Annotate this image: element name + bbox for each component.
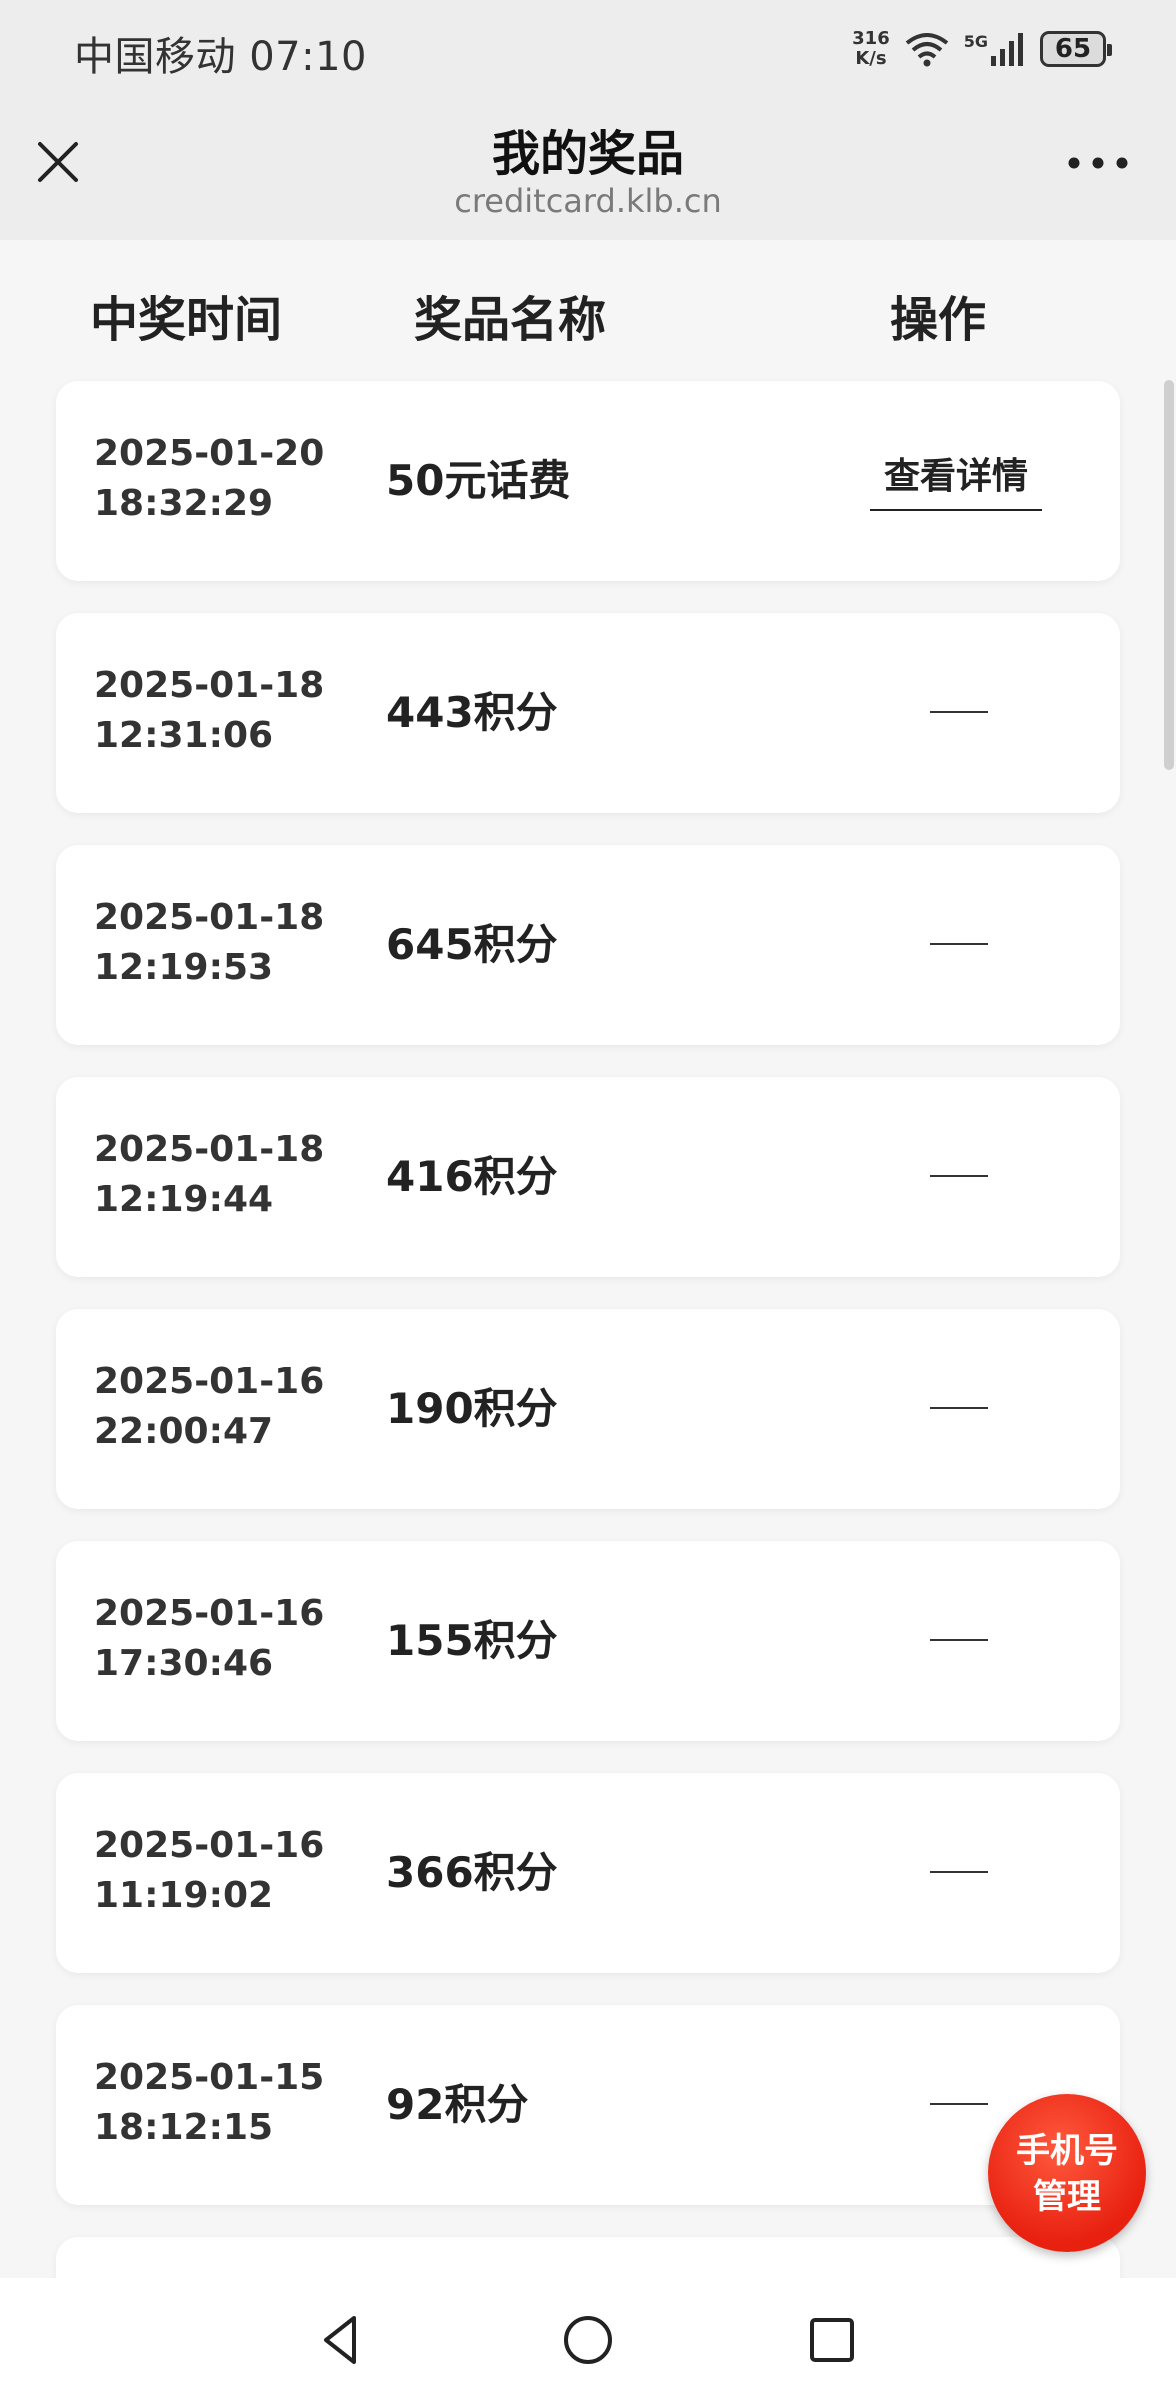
prize-card: 2025-01-16 22:00:47 190积分	[56, 1309, 1120, 1509]
column-header-action: 操作	[890, 292, 987, 348]
prize-time: 2025-01-16 11:19:02	[94, 1821, 324, 1921]
prize-date: 2025-01-16	[94, 1825, 325, 1866]
carrier-time: 中国移动 07:10	[74, 34, 367, 80]
prize-card: 2025-01-18 12:31:06 443积分	[56, 613, 1120, 813]
prize-list: 2025-01-20 18:32:29 50元话费 查看详情 2025-01-1…	[56, 381, 1120, 2329]
prize-name: 416积分	[386, 1152, 558, 1201]
status-icons: 316 K/s 5G 65	[852, 26, 1112, 72]
column-header-time: 中奖时间	[90, 292, 283, 348]
network-speed: 316 K/s	[852, 29, 890, 69]
prize-clock: 17:30:46	[94, 1643, 274, 1684]
prize-time: 2025-01-18 12:19:53	[94, 893, 324, 993]
prize-clock: 22:00:47	[94, 1411, 274, 1452]
speed-unit: K/s	[855, 48, 887, 69]
page-title: 我的奖品	[491, 126, 684, 182]
signal-icon	[991, 33, 1023, 66]
prize-clock: 18:32:29	[94, 483, 274, 524]
prize-time: 2025-01-18 12:19:44	[94, 1125, 324, 1225]
no-action-dash	[930, 943, 988, 945]
prize-clock: 18:12:15	[94, 2107, 274, 2148]
prize-name: 366积分	[386, 1848, 558, 1897]
home-icon[interactable]	[556, 2308, 620, 2372]
prize-card: 2025-01-16 17:30:46 155积分	[56, 1541, 1120, 1741]
float-button-line2: 管理	[1033, 2177, 1101, 2217]
prize-card: 2025-01-20 18:32:29 50元话费 查看详情	[56, 381, 1120, 581]
view-details-button[interactable]: 查看详情	[870, 453, 1042, 511]
prize-time: 2025-01-16 17:30:46	[94, 1589, 324, 1689]
table-header: 中奖时间 奖品名称 操作	[0, 240, 1176, 378]
status-bar: 中国移动 07:10 316 K/s 5G 65	[0, 0, 1176, 96]
prize-date: 2025-01-18	[94, 665, 325, 706]
no-action-dash	[930, 1407, 988, 1409]
prize-clock: 11:19:02	[94, 1875, 274, 1916]
system-nav-bar	[0, 2278, 1176, 2400]
no-action-dash	[930, 1639, 988, 1641]
prize-date: 2025-01-16	[94, 1593, 325, 1634]
wifi-icon	[905, 33, 948, 67]
prize-name: 50元话费	[386, 456, 571, 505]
prize-date: 2025-01-18	[94, 897, 325, 938]
recents-icon[interactable]	[800, 2308, 864, 2372]
page-url: creditcard.klb.cn	[454, 182, 722, 220]
network-type: 5G	[964, 32, 1026, 66]
prize-date: 2025-01-16	[94, 1361, 325, 1402]
prize-name: 155积分	[386, 1616, 558, 1665]
battery-indicator: 65	[1040, 31, 1112, 67]
prize-date: 2025-01-20	[94, 433, 325, 474]
speed-value: 316	[852, 28, 890, 49]
no-action-dash	[930, 711, 988, 713]
float-button-line1: 手机号	[1016, 2131, 1118, 2171]
prize-name: 190积分	[386, 1384, 558, 1433]
prize-card: 2025-01-18 12:19:53 645积分	[56, 845, 1120, 1045]
more-icon[interactable]	[1066, 148, 1130, 178]
phone-management-button[interactable]: 手机号 管理	[988, 2094, 1146, 2252]
prize-name: 92积分	[386, 2080, 529, 2129]
page-header: 我的奖品 creditcard.klb.cn	[0, 96, 1176, 240]
prize-card: 2025-01-15 18:12:15 92积分	[56, 2005, 1120, 2205]
prize-card: 2025-01-18 12:19:44 416积分	[56, 1077, 1120, 1277]
no-action-dash	[930, 2103, 988, 2105]
prize-clock: 12:19:53	[94, 947, 274, 988]
column-header-name: 奖品名称	[414, 292, 607, 348]
prize-date: 2025-01-18	[94, 1129, 325, 1170]
prize-clock: 12:19:44	[94, 1179, 274, 1220]
no-action-dash	[930, 1175, 988, 1177]
prize-name: 645积分	[386, 920, 558, 969]
network-label: 5G	[963, 32, 988, 51]
prize-time: 2025-01-20 18:32:29	[94, 429, 324, 529]
scrollbar[interactable]	[1164, 380, 1174, 770]
prize-card: 2025-01-16 11:19:02 366积分	[56, 1773, 1120, 1973]
prize-clock: 12:31:06	[94, 715, 274, 756]
back-icon[interactable]	[310, 2308, 374, 2372]
prize-time: 2025-01-15 18:12:15	[94, 2053, 324, 2153]
no-action-dash	[930, 1871, 988, 1873]
prize-name: 443积分	[386, 688, 558, 737]
prize-time: 2025-01-18 12:31:06	[94, 661, 324, 761]
prize-time: 2025-01-16 22:00:47	[94, 1357, 324, 1457]
prize-date: 2025-01-15	[94, 2057, 325, 2098]
